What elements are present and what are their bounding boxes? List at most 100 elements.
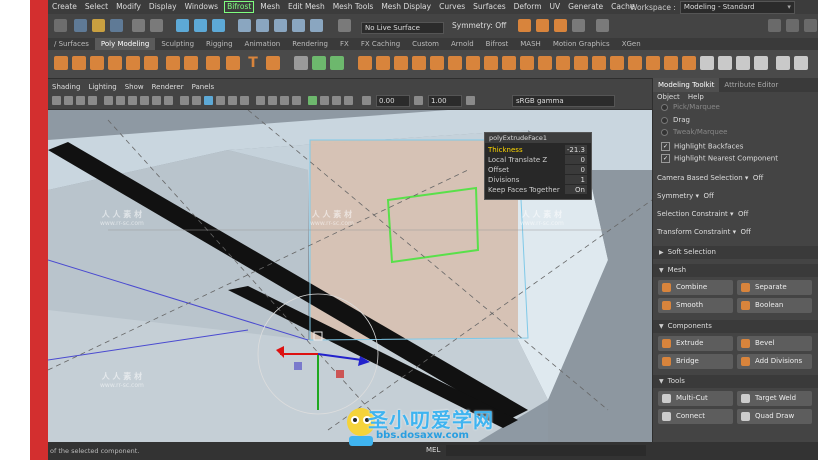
symmetry-row[interactable]: Symmetry ▾ Off: [657, 192, 714, 200]
viewport-menu-panels[interactable]: Panels: [188, 81, 219, 93]
tab-animation[interactable]: Animation: [239, 38, 287, 50]
popup-row-value[interactable]: On: [565, 185, 587, 194]
tab-fx[interactable]: FX: [334, 38, 355, 50]
mesh-section[interactable]: ▼ Mesh: [653, 264, 818, 277]
viewport-menu-shading[interactable]: Shading: [48, 81, 84, 93]
colorspace-dropdown[interactable]: sRGB gamma: [512, 95, 615, 107]
select-component-icon[interactable]: [212, 19, 225, 32]
ambient-occlusion-icon[interactable]: [256, 96, 265, 105]
menu-mesh[interactable]: Mesh: [256, 0, 284, 14]
poly-cylinder-icon[interactable]: [90, 56, 104, 70]
separate-shelf-icon[interactable]: [376, 56, 390, 70]
tab-mash[interactable]: MASH: [514, 38, 547, 50]
panel-menu-help[interactable]: Help: [684, 92, 708, 102]
tab-custom[interactable]: Custom: [406, 38, 445, 50]
extrude-button[interactable]: Extrude: [658, 336, 733, 351]
ipr-render-icon[interactable]: [536, 19, 549, 32]
menu-bifrost[interactable]: Bifrost: [224, 1, 255, 13]
soft-selection-section[interactable]: ▶ Soft Selection: [653, 246, 818, 259]
menu-modify[interactable]: Modify: [112, 0, 145, 14]
workspace-dropdown[interactable]: Modeling - Standard: [679, 0, 795, 14]
target-weld-button[interactable]: Target Weld: [737, 391, 812, 406]
menu-deform[interactable]: Deform: [510, 0, 546, 14]
wireframe-on-shaded-icon[interactable]: [204, 96, 213, 105]
boolean-union-icon[interactable]: [430, 56, 444, 70]
safe-action-icon[interactable]: [164, 96, 173, 105]
film-gate-icon[interactable]: [116, 96, 125, 105]
symmetry-dropdown[interactable]: Symmetry: Off: [452, 21, 506, 30]
poly-cone-icon[interactable]: [108, 56, 122, 70]
menu-display[interactable]: Display: [145, 0, 181, 14]
camera-selection-value[interactable]: Off: [753, 174, 763, 182]
merge-center-icon[interactable]: [682, 56, 696, 70]
poly-sphere-icon[interactable]: [54, 56, 68, 70]
smooth-shade-icon[interactable]: [192, 96, 201, 105]
live-surface-field[interactable]: No Live Surface: [361, 22, 444, 34]
tab-fx-caching[interactable]: FX Caching: [355, 38, 406, 50]
make-live-icon[interactable]: [338, 19, 351, 32]
image-plane-icon[interactable]: [88, 96, 97, 105]
menu-surfaces[interactable]: Surfaces: [469, 0, 509, 14]
poke-icon[interactable]: [592, 56, 606, 70]
insert-edge-loop-icon[interactable]: [736, 56, 750, 70]
quad-draw-button[interactable]: Quad Draw: [737, 409, 812, 424]
tab-xgen[interactable]: XGen: [616, 38, 647, 50]
poly-type-icon[interactable]: T: [246, 56, 260, 70]
drag-option[interactable]: Drag: [661, 116, 690, 124]
symmetry-value[interactable]: Off: [704, 192, 714, 200]
new-scene-icon[interactable]: [74, 19, 87, 32]
sidebar-toggle-icon[interactable]: [596, 19, 609, 32]
transform-constraint-row[interactable]: Transform Constraint ▾ Off: [657, 228, 751, 236]
camera-attributes-icon[interactable]: [64, 96, 73, 105]
boolean-intersection-icon[interactable]: [466, 56, 480, 70]
popup-row-value[interactable]: 0: [565, 165, 587, 174]
xray-icon[interactable]: [320, 96, 329, 105]
popup-row-local-translate-z[interactable]: Local Translate Z 0: [488, 155, 588, 165]
append-polygon-icon[interactable]: [312, 56, 326, 70]
collapse-icon[interactable]: [646, 56, 660, 70]
target-weld-shelf-icon[interactable]: [718, 56, 732, 70]
undo-icon[interactable]: [132, 19, 145, 32]
snap-surface-icon[interactable]: [310, 19, 323, 32]
popup-row-value[interactable]: -21.3: [565, 145, 587, 154]
textured-icon[interactable]: [216, 96, 225, 105]
camera-select-icon[interactable]: [52, 96, 61, 105]
mode-menu-icon[interactable]: [54, 19, 67, 32]
multi-cut-button[interactable]: Multi-Cut: [658, 391, 733, 406]
tab-modeling-toolkit[interactable]: Modeling Toolkit: [653, 78, 720, 92]
bridge-button[interactable]: Bridge: [658, 354, 733, 369]
depth-of-field-icon[interactable]: [292, 96, 301, 105]
snap-point-icon[interactable]: [274, 19, 287, 32]
bevel-button[interactable]: Bevel: [737, 336, 812, 351]
attribute-editor-toggle-icon[interactable]: [786, 19, 799, 32]
extract-shelf-icon[interactable]: [412, 56, 426, 70]
menu-edit-mesh[interactable]: Edit Mesh: [284, 0, 329, 14]
boolean-button[interactable]: Boolean: [737, 298, 812, 313]
gate-mask-icon[interactable]: [140, 96, 149, 105]
bookmark-icon[interactable]: [76, 96, 85, 105]
smooth-button[interactable]: Smooth: [658, 298, 733, 313]
chamfer-icon[interactable]: [628, 56, 642, 70]
popup-row-keep-faces-together[interactable]: Keep Faces Together On: [488, 185, 588, 195]
add-divisions-button[interactable]: Add Divisions: [737, 354, 812, 369]
snap-view-icon[interactable]: [292, 19, 305, 32]
hypershade-icon[interactable]: [572, 19, 585, 32]
tab-arnold[interactable]: Arnold: [445, 38, 480, 50]
menu-uv[interactable]: UV: [546, 0, 565, 14]
tools-section[interactable]: ▼ Tools: [653, 375, 818, 388]
menu-generate[interactable]: Generate: [564, 0, 607, 14]
combine-shelf-icon[interactable]: [358, 56, 372, 70]
tab-rigging[interactable]: Rigging: [200, 38, 239, 50]
menu-curves[interactable]: Curves: [435, 0, 469, 14]
gamma-field[interactable]: 1.00: [428, 95, 462, 107]
camera-based-selection-row[interactable]: Camera Based Selection ▾ Off: [657, 174, 763, 182]
sweep-mesh-icon[interactable]: [226, 56, 240, 70]
poly-disc-icon[interactable]: [166, 56, 180, 70]
color-management-icon[interactable]: [466, 96, 475, 105]
pick-marquee-option[interactable]: Pick/Marquee: [661, 103, 720, 111]
tab-poly-modeling[interactable]: Poly Modeling: [94, 38, 156, 50]
grid-toggle-icon[interactable]: [104, 96, 113, 105]
poly-torus-icon[interactable]: [126, 56, 140, 70]
snap-curve-icon[interactable]: [256, 19, 269, 32]
backface-culling-icon[interactable]: [344, 96, 353, 105]
